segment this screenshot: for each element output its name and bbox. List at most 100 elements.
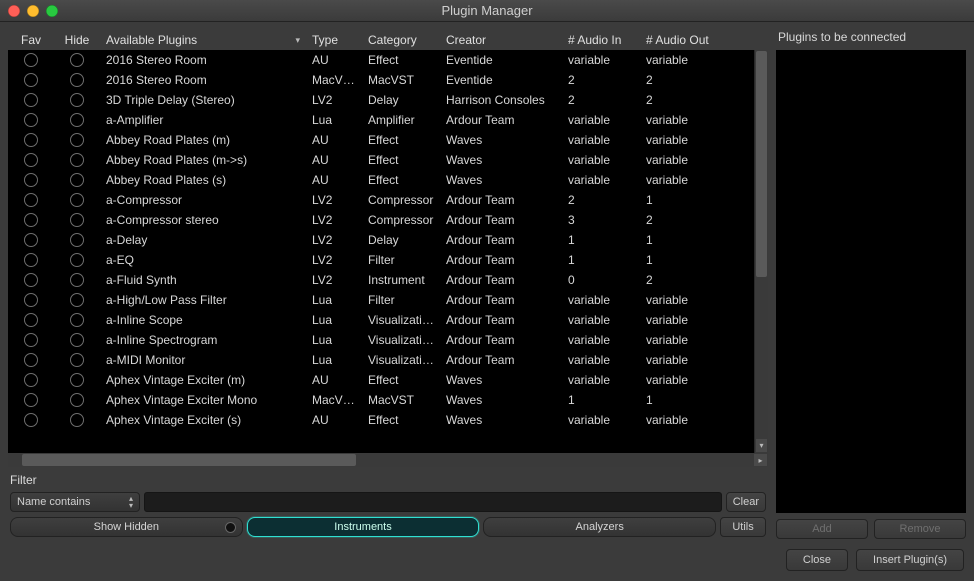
fav-radio[interactable] [8, 413, 54, 427]
fav-radio[interactable] [8, 213, 54, 227]
fav-radio[interactable] [8, 233, 54, 247]
vertical-scrollbar[interactable]: ▾ [754, 50, 768, 453]
hide-radio[interactable] [54, 193, 100, 207]
chevron-right-icon[interactable]: ▸ [754, 454, 767, 466]
table-row[interactable]: a-DelayLV2DelayArdour Team11 [8, 230, 754, 250]
cell-category: Effect [362, 413, 440, 427]
add-button[interactable]: Add [776, 519, 868, 539]
cell-category: MacVST [362, 393, 440, 407]
analyzers-toggle[interactable]: Analyzers [483, 517, 716, 537]
cell-type: Lua [306, 333, 362, 347]
cell-name: 3D Triple Delay (Stereo) [100, 93, 306, 107]
fav-radio[interactable] [8, 153, 54, 167]
col-name[interactable]: Available Plugins ▾ [100, 33, 306, 47]
table-row[interactable]: Abbey Road Plates (m->s)AUEffectWavesvar… [8, 150, 754, 170]
hide-radio[interactable] [54, 173, 100, 187]
cell-category: MacVST [362, 73, 440, 87]
close-button[interactable]: Close [786, 549, 848, 571]
show-hidden-toggle[interactable]: Show Hidden [10, 517, 243, 537]
close-icon[interactable] [8, 5, 20, 17]
table-row[interactable]: a-Inline ScopeLuaVisualizationArdour Tea… [8, 310, 754, 330]
hide-radio[interactable] [54, 213, 100, 227]
filter-mode-select[interactable]: Name contains ▴▾ [10, 492, 140, 512]
cell-audio-out: variable [640, 113, 724, 127]
fav-radio[interactable] [8, 353, 54, 367]
col-audio-in[interactable]: # Audio In [562, 33, 640, 47]
table-row[interactable]: a-CompressorLV2CompressorArdour Team21 [8, 190, 754, 210]
chevron-down-icon[interactable]: ▾ [756, 439, 767, 452]
cell-type: Lua [306, 313, 362, 327]
table-row[interactable]: a-Compressor stereoLV2CompressorArdour T… [8, 210, 754, 230]
hide-radio[interactable] [54, 333, 100, 347]
table-row[interactable]: 3D Triple Delay (Stereo)LV2DelayHarrison… [8, 90, 754, 110]
table-row[interactable]: 2016 Stereo RoomAUEffectEventidevariable… [8, 50, 754, 70]
connect-list[interactable] [776, 50, 966, 513]
table-row[interactable]: Abbey Road Plates (s)AUEffectWavesvariab… [8, 170, 754, 190]
fav-radio[interactable] [8, 93, 54, 107]
fav-radio[interactable] [8, 173, 54, 187]
table-row[interactable]: Aphex Vintage Exciter (m)AUEffectWavesva… [8, 370, 754, 390]
fav-radio[interactable] [8, 273, 54, 287]
cell-audio-out: variable [640, 153, 724, 167]
table-row[interactable]: 2016 Stereo RoomMacVSTMacVSTEventide22 [8, 70, 754, 90]
col-category[interactable]: Category [362, 33, 440, 47]
minimize-icon[interactable] [27, 5, 39, 17]
hide-radio[interactable] [54, 153, 100, 167]
table-row[interactable]: a-AmplifierLuaAmplifierArdour Teamvariab… [8, 110, 754, 130]
hide-radio[interactable] [54, 233, 100, 247]
cell-audio-in: 2 [562, 93, 640, 107]
hide-radio[interactable] [54, 113, 100, 127]
table-row[interactable]: a-Inline SpectrogramLuaVisualizationArdo… [8, 330, 754, 350]
hide-radio[interactable] [54, 313, 100, 327]
col-type[interactable]: Type [306, 33, 362, 47]
fav-radio[interactable] [8, 333, 54, 347]
hide-radio[interactable] [54, 353, 100, 367]
fav-radio[interactable] [8, 253, 54, 267]
horizontal-scrollbar[interactable]: ▸ [8, 453, 768, 467]
table-row[interactable]: a-Fluid SynthLV2InstrumentArdour Team02 [8, 270, 754, 290]
table-row[interactable]: Aphex Vintage Exciter MonoMacVSTMacVSTWa… [8, 390, 754, 410]
fav-radio[interactable] [8, 393, 54, 407]
col-creator[interactable]: Creator [440, 33, 562, 47]
radio-icon [24, 173, 38, 187]
hide-radio[interactable] [54, 373, 100, 387]
hide-radio[interactable] [54, 73, 100, 87]
col-audio-out[interactable]: # Audio Out [640, 33, 724, 47]
utils-button[interactable]: Utils [720, 517, 766, 537]
table-row[interactable]: Abbey Road Plates (m)AUEffectWavesvariab… [8, 130, 754, 150]
hide-radio[interactable] [54, 253, 100, 267]
table-row[interactable]: Aphex Vintage Exciter (s)AUEffectWavesva… [8, 410, 754, 430]
fav-radio[interactable] [8, 193, 54, 207]
fav-radio[interactable] [8, 293, 54, 307]
fav-radio[interactable] [8, 113, 54, 127]
table-row[interactable]: a-High/Low Pass FilterLuaFilterArdour Te… [8, 290, 754, 310]
hide-radio[interactable] [54, 293, 100, 307]
hide-radio[interactable] [54, 53, 100, 67]
hide-radio[interactable] [54, 93, 100, 107]
fav-radio[interactable] [8, 373, 54, 387]
instruments-toggle[interactable]: Instruments [247, 517, 480, 537]
cell-audio-in: variable [562, 373, 640, 387]
hide-radio[interactable] [54, 273, 100, 287]
filter-input[interactable] [144, 492, 722, 512]
fav-radio[interactable] [8, 133, 54, 147]
table-header: Fav Hide Available Plugins ▾ Type Catego… [8, 30, 768, 50]
table-row[interactable]: a-MIDI MonitorLuaVisualizationArdour Tea… [8, 350, 754, 370]
cell-category: Amplifier [362, 113, 440, 127]
table-row[interactable]: a-EQLV2FilterArdour Team11 [8, 250, 754, 270]
hscroll-thumb[interactable] [22, 454, 356, 466]
fav-radio[interactable] [8, 73, 54, 87]
zoom-icon[interactable] [46, 5, 58, 17]
fav-radio[interactable] [8, 53, 54, 67]
remove-button[interactable]: Remove [874, 519, 966, 539]
hide-radio[interactable] [54, 393, 100, 407]
col-fav[interactable]: Fav [8, 33, 54, 47]
vscroll-thumb[interactable] [756, 51, 767, 277]
fav-radio[interactable] [8, 313, 54, 327]
col-hide[interactable]: Hide [54, 33, 100, 47]
clear-button[interactable]: Clear [726, 492, 766, 512]
hide-radio[interactable] [54, 133, 100, 147]
insert-button[interactable]: Insert Plugin(s) [856, 549, 964, 571]
hide-radio[interactable] [54, 413, 100, 427]
cell-audio-in: variable [562, 353, 640, 367]
